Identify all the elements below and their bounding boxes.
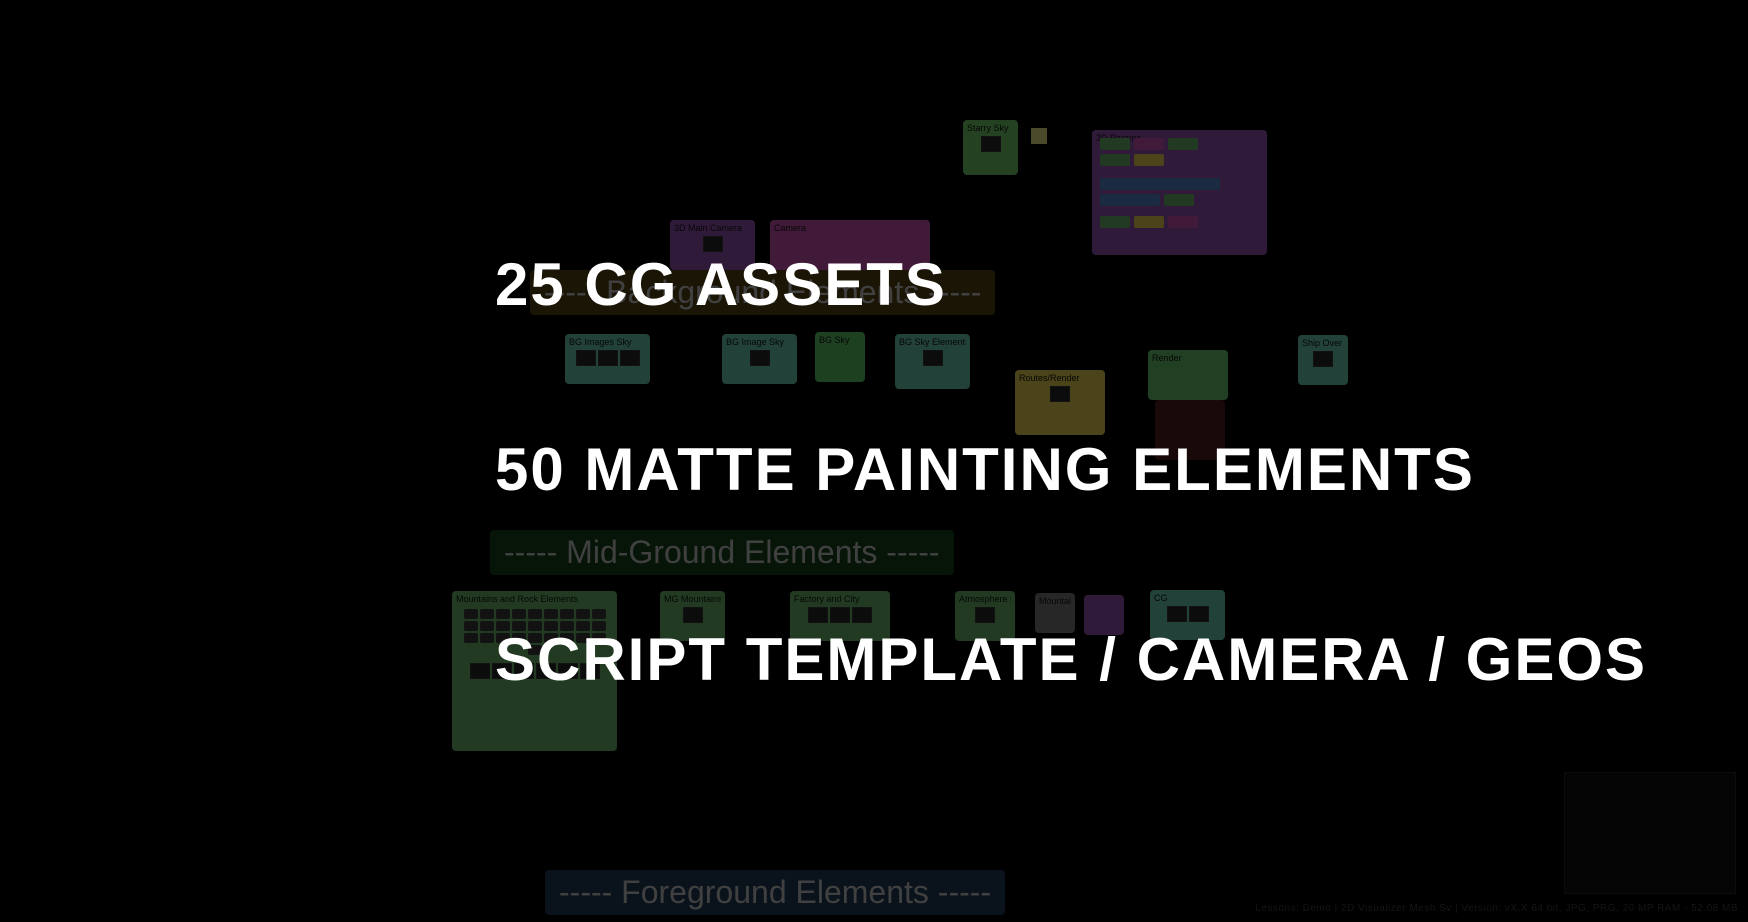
overlay-text-layer: 25 CG ASSETS 50 MATTE PAINTING ELEMENTS …: [0, 0, 1748, 922]
overlay-line-2: 50 MATTE PAINTING ELEMENTS: [495, 435, 1475, 504]
overlay-line-1: 25 CG ASSETS: [495, 250, 947, 319]
overlay-line-3: SCRIPT TEMPLATE / CAMERA / GEOS: [495, 625, 1647, 694]
